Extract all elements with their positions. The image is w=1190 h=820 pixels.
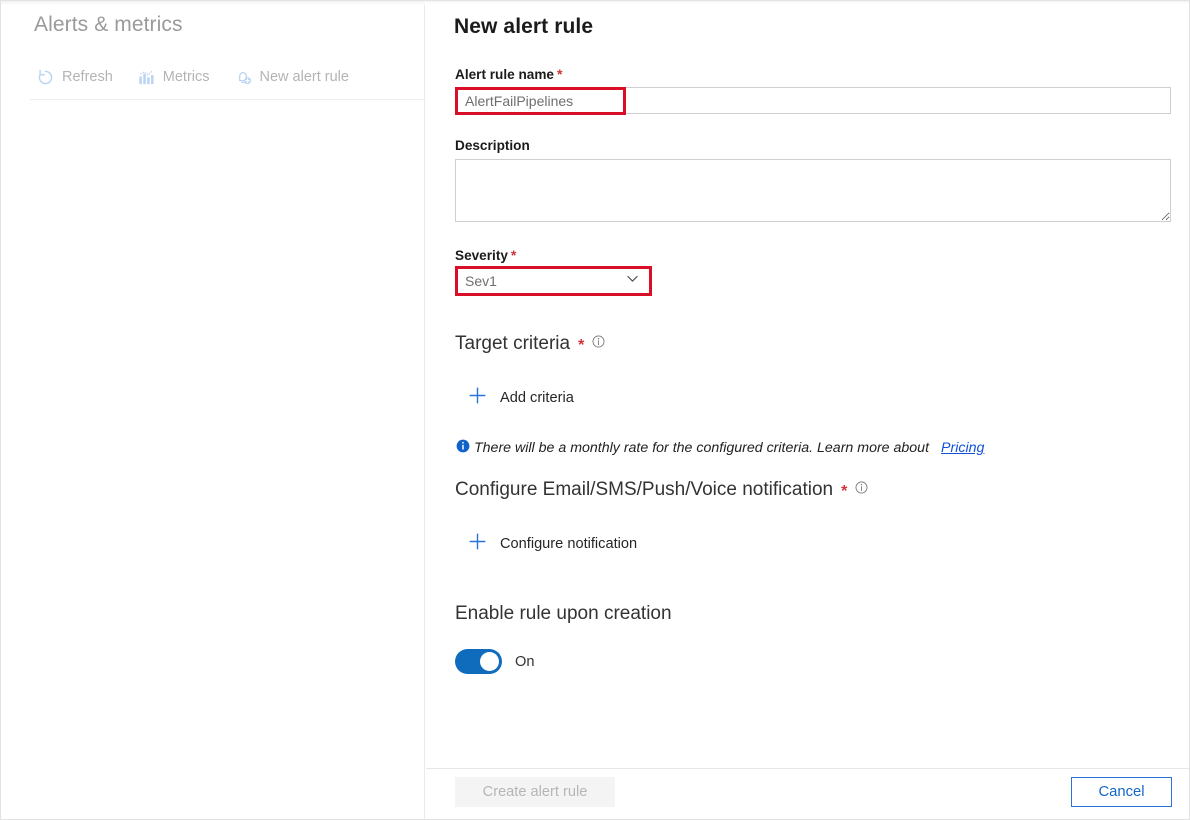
configure-notification-heading-text: Configure Email/SMS/Push/Voice notificat… — [455, 479, 834, 500]
description-textarea[interactable] — [455, 159, 1171, 222]
enable-rule-toggle-state: On — [515, 653, 535, 670]
info-filled-icon — [455, 438, 471, 458]
footer-divider — [426, 768, 1189, 769]
info-circle-icon[interactable] — [591, 333, 606, 355]
alerts-metrics-panel: Alerts & metrics Refresh Metrics New ale… — [1, 1, 426, 819]
panel-toolbar: Refresh Metrics New alert rule — [34, 63, 371, 91]
toolbar-divider — [30, 99, 426, 100]
description-label: Description — [455, 138, 530, 153]
severity-selected-value: Sev1 — [465, 272, 497, 289]
pricing-note-text: There will be a monthly rate for the con… — [474, 440, 930, 456]
chevron-down-icon — [624, 270, 641, 292]
metrics-label: Metrics — [162, 69, 210, 85]
target-criteria-heading-text: Target criteria — [455, 333, 571, 354]
severity-select[interactable]: Sev1 — [455, 267, 650, 294]
configure-notification-button[interactable]: Configure notification — [467, 531, 637, 557]
severity-required-marker: * — [510, 247, 517, 263]
cancel-button[interactable]: Cancel — [1071, 777, 1172, 807]
alert-rule-name-label: Alert rule name * — [455, 66, 562, 82]
enable-rule-heading: Enable rule upon creation — [455, 603, 672, 624]
new-alert-rule-blade: New alert rule Alert rule name* Descript… — [426, 1, 1189, 819]
alert-rule-name-input[interactable] — [455, 87, 1171, 114]
configure-notification-required-marker: * — [841, 483, 848, 500]
panel-title: Alerts & metrics — [34, 13, 183, 36]
panel-top-shade — [1, 1, 425, 5]
blade-title: New alert rule — [454, 15, 594, 38]
plus-icon — [467, 531, 488, 557]
alert-rule-name-label-text: Alert rule name — [455, 67, 554, 82]
alert-rule-name-required-marker: * — [556, 66, 563, 82]
new-alert-rule-button[interactable]: New alert rule — [232, 66, 360, 89]
refresh-label: Refresh — [62, 69, 113, 85]
info-circle-icon[interactable] — [854, 479, 869, 501]
target-criteria-heading: Target criteria * — [455, 333, 606, 355]
new-alert-rule-label: New alert rule — [259, 69, 349, 85]
severity-label: Severity * — [455, 247, 516, 263]
toggle-knob — [480, 652, 499, 671]
app-screen: Alerts & metrics Refresh Metrics New ale… — [0, 0, 1190, 820]
add-criteria-label: Add criteria — [500, 390, 574, 406]
pricing-link[interactable]: Pricing — [941, 440, 984, 456]
configure-notification-heading: Configure Email/SMS/Push/Voice notificat… — [455, 479, 869, 501]
refresh-button[interactable]: Refresh — [34, 66, 124, 89]
metrics-button[interactable]: Metrics — [135, 66, 221, 89]
enable-rule-toggle[interactable] — [455, 649, 502, 674]
plus-icon — [467, 385, 488, 411]
pricing-note: There will be a monthly rate for the con… — [455, 438, 984, 458]
configure-notification-label: Configure notification — [500, 536, 638, 552]
create-alert-rule-button[interactable]: Create alert rule — [455, 777, 615, 807]
enable-rule-toggle-row: On — [455, 649, 534, 674]
target-criteria-required-marker: * — [578, 337, 585, 354]
add-criteria-button[interactable]: Add criteria — [467, 385, 574, 411]
refresh-icon — [36, 68, 55, 87]
bar-chart-icon — [137, 68, 156, 87]
bell-plus-icon — [234, 68, 253, 87]
severity-label-text: Severity — [455, 248, 508, 263]
blade-top-shade — [426, 1, 1189, 4]
